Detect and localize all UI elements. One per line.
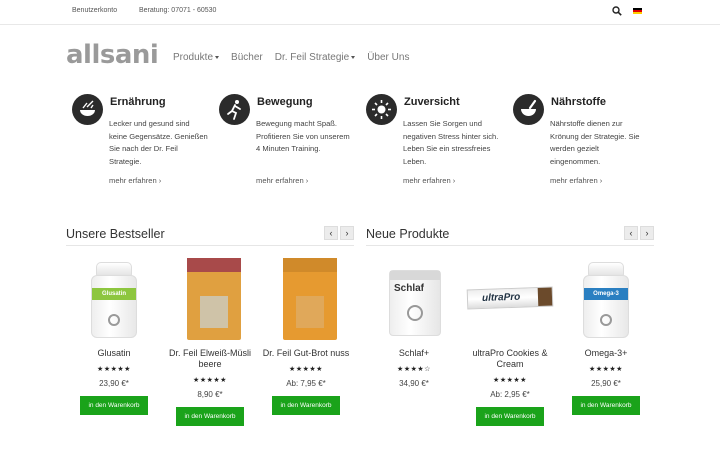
product-card: Schlaf Schlaf+ ★★★★☆ 34,90 €* bbox=[369, 256, 459, 388]
nav-label: Dr. Feil Strategie bbox=[274, 52, 350, 63]
product-name[interactable]: Dr. Feil Gut-Brot nuss bbox=[261, 348, 351, 359]
product-image[interactable] bbox=[271, 256, 341, 340]
neue-produkte-title: Neue Produkte bbox=[366, 227, 450, 241]
more-link[interactable]: mehr erfahren › bbox=[109, 176, 161, 185]
feature-text: Nährstoffe dienen zur Krönung der Strate… bbox=[550, 119, 640, 166]
product-card: ultraPro ultraPro Cookies & Cream ★★★★★ … bbox=[465, 256, 555, 426]
add-to-cart-button[interactable]: in den Warenkorb bbox=[176, 407, 244, 426]
prev-arrow-icon[interactable]: ‹ bbox=[324, 226, 338, 240]
product-image[interactable] bbox=[175, 256, 245, 340]
rating-stars: ★★★★★ bbox=[97, 366, 131, 373]
rating-stars: ★★★★★ bbox=[289, 366, 323, 373]
rating-stars: ★★★★★ bbox=[193, 377, 227, 384]
add-to-cart-button[interactable]: in den Warenkorb bbox=[572, 396, 640, 415]
divider bbox=[366, 245, 654, 246]
main-nav: Produkte Bücher Dr. Feil Strategie Über … bbox=[173, 52, 409, 63]
product-label: Omega-3 bbox=[584, 288, 628, 300]
product-card: Glusatin Glusatin ★★★★★ 23,90 €* in den … bbox=[69, 256, 159, 415]
sun-icon bbox=[366, 94, 397, 125]
product-image[interactable]: Omega-3 bbox=[571, 256, 641, 340]
feature-text: Lecker und gesund sind keine Gegensätze.… bbox=[109, 119, 208, 166]
product-price: 25,90 €* bbox=[591, 379, 621, 388]
bestseller-title: Unsere Bestseller bbox=[66, 227, 165, 241]
more-link[interactable]: mehr erfahren › bbox=[550, 176, 602, 185]
product-price: 34,90 €* bbox=[399, 379, 429, 388]
product-label: ultraPro bbox=[481, 291, 521, 304]
product-name[interactable]: Glusatin bbox=[69, 348, 159, 359]
running-icon bbox=[219, 94, 250, 125]
account-link[interactable]: Benutzerkonto bbox=[72, 7, 117, 14]
more-link[interactable]: mehr erfahren › bbox=[256, 176, 308, 185]
feature-title: Nährstoffe bbox=[551, 96, 607, 108]
chevron-down-icon bbox=[215, 55, 220, 59]
feature-text: Bewegung macht Spaß. Profitieren Sie von… bbox=[256, 119, 350, 153]
top-bar: Benutzerkonto Beratung: 07071 - 60530 bbox=[0, 0, 720, 25]
next-arrow-icon[interactable]: › bbox=[640, 226, 654, 240]
product-name[interactable]: Schlaf+ bbox=[369, 348, 459, 359]
product-price: 23,90 €* bbox=[99, 379, 129, 388]
nav-strategie[interactable]: Dr. Feil Strategie bbox=[274, 52, 356, 63]
feature-title: Ernährung bbox=[110, 96, 166, 108]
add-to-cart-button[interactable]: in den Warenkorb bbox=[80, 396, 148, 415]
bowl-icon bbox=[72, 94, 103, 125]
rating-stars: ★★★★★ bbox=[589, 366, 623, 373]
product-card: Dr. Feil Elweiß-Müsli beere ★★★★★ 8,90 €… bbox=[165, 256, 255, 426]
nav-produkte[interactable]: Produkte bbox=[173, 52, 220, 63]
add-to-cart-button[interactable]: in den Warenkorb bbox=[272, 396, 340, 415]
phone-info: Beratung: 07071 - 60530 bbox=[139, 7, 217, 14]
product-label: Glusatin bbox=[92, 288, 136, 300]
more-link[interactable]: mehr erfahren › bbox=[403, 176, 455, 185]
product-name[interactable]: Omega-3+ bbox=[561, 348, 651, 359]
rating-stars: ★★★★★ bbox=[493, 377, 527, 384]
product-image[interactable]: Schlaf bbox=[379, 256, 449, 340]
prev-arrow-icon[interactable]: ‹ bbox=[624, 226, 638, 240]
nav-label: Produkte bbox=[173, 52, 214, 63]
nav-buecher[interactable]: Bücher bbox=[231, 52, 263, 63]
product-image[interactable]: ultraPro bbox=[466, 256, 554, 340]
product-name[interactable]: ultraPro Cookies & Cream bbox=[465, 348, 555, 370]
product-card: Omega-3 Omega-3+ ★★★★★ 25,90 €* in den W… bbox=[561, 256, 651, 415]
next-arrow-icon[interactable]: › bbox=[340, 226, 354, 240]
german-flag-icon[interactable] bbox=[633, 8, 642, 14]
product-price: Ab: 2,95 €* bbox=[490, 390, 530, 399]
chevron-down-icon bbox=[351, 55, 356, 59]
bestseller-arrows: ‹ › bbox=[322, 226, 354, 240]
product-label: Schlaf bbox=[394, 283, 425, 294]
mortar-icon bbox=[513, 94, 544, 125]
product-card: Dr. Feil Gut-Brot nuss ★★★★★ Ab: 7,95 €*… bbox=[261, 256, 351, 415]
search-icon[interactable] bbox=[612, 6, 622, 16]
feature-text: Lassen Sie Sorgen und negativen Stress h… bbox=[403, 119, 499, 166]
product-price: Ab: 7,95 €* bbox=[286, 379, 326, 388]
divider bbox=[66, 245, 354, 246]
product-image[interactable]: Glusatin bbox=[79, 256, 149, 340]
nav-ueber-uns[interactable]: Über Uns bbox=[367, 52, 409, 63]
product-name[interactable]: Dr. Feil Elweiß-Müsli beere bbox=[165, 348, 255, 370]
product-price: 8,90 €* bbox=[197, 390, 223, 399]
feature-title: Bewegung bbox=[257, 96, 313, 108]
feature-title: Zuversicht bbox=[404, 96, 460, 108]
logo[interactable]: allsani bbox=[66, 40, 159, 70]
rating-stars: ★★★★☆ bbox=[397, 366, 431, 373]
add-to-cart-button[interactable]: in den Warenkorb bbox=[476, 407, 544, 426]
neue-arrows: ‹ › bbox=[622, 226, 654, 240]
